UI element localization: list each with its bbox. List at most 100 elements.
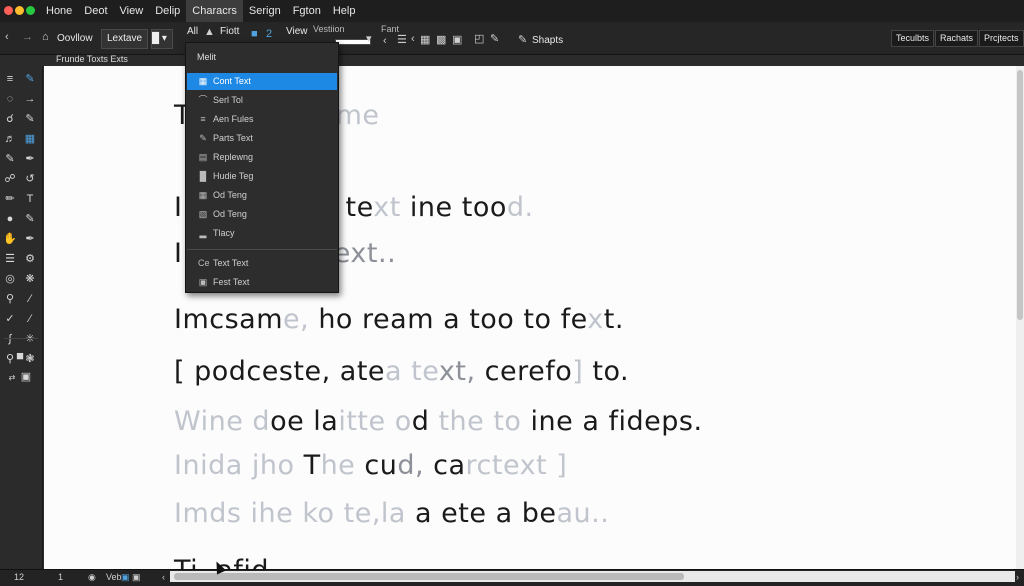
- menu-6[interactable]: Fgton: [287, 0, 327, 22]
- all-label[interactable]: All: [187, 26, 198, 37]
- dropdown-item[interactable]: ▦ Cont Text: [187, 73, 337, 90]
- forward-arrow-icon[interactable]: →: [22, 31, 33, 43]
- slash-icon[interactable]: ∕: [22, 292, 38, 307]
- burst-icon[interactable]: ❋: [22, 272, 38, 287]
- shapts-label[interactable]: Shapts: [532, 35, 563, 46]
- fill-swatch-dropdown[interactable]: █ ▾: [151, 29, 173, 49]
- globe-icon[interactable]: ◉: [88, 572, 96, 583]
- dropdown-item[interactable]: ⌒ Serl Tol: [187, 92, 337, 109]
- chevron-left-icon[interactable]: ‹: [383, 35, 387, 47]
- text-line[interactable]: Inida jho The cud, carctext ]: [174, 450, 567, 481]
- line-tool-icon[interactable]: →: [22, 92, 38, 107]
- menu-2[interactable]: View: [114, 0, 150, 22]
- eraser-icon[interactable]: ✎: [2, 152, 18, 167]
- menu-7[interactable]: Help: [327, 0, 362, 22]
- pen-tool-icon[interactable]: ✎: [22, 112, 38, 127]
- dropdown-item-icon: Ce: [198, 258, 210, 268]
- chevron-small-icon[interactable]: ‹: [411, 33, 415, 45]
- overflow-label[interactable]: Oovllow: [57, 33, 93, 44]
- scroll-right-icon[interactable]: ›: [1016, 572, 1019, 582]
- menu-0[interactable]: Hone: [40, 0, 78, 22]
- smudge-icon[interactable]: ✒: [22, 152, 38, 167]
- back-arrow-icon[interactable]: ‹: [5, 31, 9, 43]
- hand-icon[interactable]: ✋: [2, 232, 18, 247]
- pin-icon[interactable]: ⚲: [2, 292, 18, 307]
- text-line[interactable]: [ podceste, atea text, cerefo] to.: [174, 356, 629, 387]
- menu-1[interactable]: Deot: [78, 0, 113, 22]
- align-icon[interactable]: ☰: [397, 33, 407, 46]
- text-line[interactable]: Imds ihe ko te,la a ete a beau..: [174, 498, 609, 529]
- dropdown-item[interactable]: ▤ Replewng: [187, 149, 337, 166]
- rotate-icon[interactable]: ↺: [22, 172, 38, 187]
- gear-icon[interactable]: ⚙: [22, 252, 38, 267]
- select-icon[interactable]: ◌: [2, 92, 18, 107]
- curve-icon[interactable]: ∫: [2, 332, 18, 347]
- pencil-shape-icon[interactable]: ✎: [518, 33, 527, 46]
- dropdown-item[interactable]: █ Hudie Teg: [187, 168, 337, 185]
- text-tool-icon[interactable]: T: [22, 192, 38, 207]
- dropdown-item[interactable]: ▣ Fest Text: [187, 274, 337, 291]
- folder-icon[interactable]: ■: [251, 28, 258, 40]
- textave-button[interactable]: Lextave: [101, 29, 149, 49]
- menu-5[interactable]: Serign: [243, 0, 287, 22]
- pen-icon[interactable]: ✎: [490, 32, 499, 45]
- vertical-scroll-thumb[interactable]: [1017, 70, 1023, 320]
- transform-icon[interactable]: ▩: [436, 33, 446, 46]
- prcjtects-button[interactable]: Prcjtects: [979, 30, 1024, 47]
- view-mode[interactable]: Veb: [106, 572, 122, 582]
- stroke-icon[interactable]: ∕: [22, 312, 38, 327]
- dropdown-item[interactable]: ▧ Od Teng: [187, 206, 337, 223]
- grid-icon[interactable]: ▦: [420, 33, 430, 46]
- view-label[interactable]: View: [286, 26, 308, 37]
- brush-icon[interactable]: ✎: [22, 72, 38, 87]
- dropdown-item-icon: ▤: [198, 152, 208, 162]
- text-segment: [ podceste, ate: [174, 356, 386, 387]
- lasso-icon[interactable]: ☌: [2, 112, 18, 127]
- check-icon[interactable]: ✓: [2, 312, 18, 327]
- dropdown-item[interactable]: Ce Text Text: [187, 255, 337, 272]
- horizontal-scrollbar[interactable]: [170, 571, 1015, 582]
- zoom-icon[interactable]: ☍: [2, 172, 18, 187]
- rachats-button[interactable]: Rachats: [935, 30, 979, 47]
- image-icon[interactable]: ▣: [452, 33, 462, 46]
- number-two-icon[interactable]: 2: [266, 28, 272, 40]
- minimize-window-icon[interactable]: [15, 6, 24, 15]
- sparkle-icon[interactable]: ✳: [22, 332, 38, 347]
- pencil-icon[interactable]: ✏: [2, 192, 18, 207]
- horizontal-scroll-thumb[interactable]: [174, 573, 684, 580]
- options-bar: ‹ → ⌂ Oovllow Lextave █ ▾ All ▲ Fiott ■ …: [0, 22, 1024, 55]
- text-line[interactable]: Wine doe laitte od the to ine a fideps.: [174, 406, 703, 437]
- color-swatch-icon[interactable]: ■: [12, 348, 28, 363]
- default-colors-icon[interactable]: ▣: [18, 370, 34, 385]
- dropdown-item[interactable]: ▂ Tlacy: [187, 225, 337, 242]
- vertical-scrollbar[interactable]: [1016, 66, 1024, 569]
- dropdown-item[interactable]: ✎ Parts Text: [187, 130, 337, 147]
- close-window-icon[interactable]: [4, 6, 13, 15]
- view-toggle-icon[interactable]: ▣: [121, 572, 130, 583]
- menu-3[interactable]: Delip: [149, 0, 186, 22]
- text-segment: d: [411, 406, 439, 437]
- crop-icon[interactable]: ◰: [474, 32, 484, 45]
- dropdown-item[interactable]: ▦ Od Teng: [187, 187, 337, 204]
- maximize-window-icon[interactable]: [26, 6, 35, 15]
- target-icon[interactable]: ◎: [2, 272, 18, 287]
- dropper-icon[interactable]: ✎: [22, 212, 38, 227]
- scroll-left-icon[interactable]: ‹: [162, 572, 165, 582]
- move-icon[interactable]: ≡: [2, 72, 18, 87]
- document-tab[interactable]: Frunde Toxts Exts: [56, 54, 128, 64]
- teculbts-button[interactable]: Teculbts: [891, 30, 935, 47]
- frame-icon[interactable]: ▦: [22, 132, 38, 147]
- zoom-level[interactable]: 12: [14, 572, 24, 582]
- text-line[interactable]: Imcsame, ho ream a too to fext.: [174, 304, 624, 335]
- view-toggle-2-icon[interactable]: ▣: [132, 572, 141, 583]
- knife-icon[interactable]: ✒: [22, 232, 38, 247]
- stroke-dropdown-arrow-icon[interactable]: ▾: [366, 32, 372, 45]
- home-icon[interactable]: ⌂: [42, 31, 49, 43]
- shape-icon[interactable]: ▲: [204, 26, 215, 38]
- dropdown-item[interactable]: ≡ Aen Fules: [187, 111, 337, 128]
- menu-4[interactable]: Characrs: [186, 0, 243, 22]
- type-icon[interactable]: ♬: [2, 132, 18, 147]
- fit-label[interactable]: Fiott: [220, 26, 239, 37]
- blob-icon[interactable]: ●: [2, 212, 18, 227]
- stack-icon[interactable]: ☰: [2, 252, 18, 267]
